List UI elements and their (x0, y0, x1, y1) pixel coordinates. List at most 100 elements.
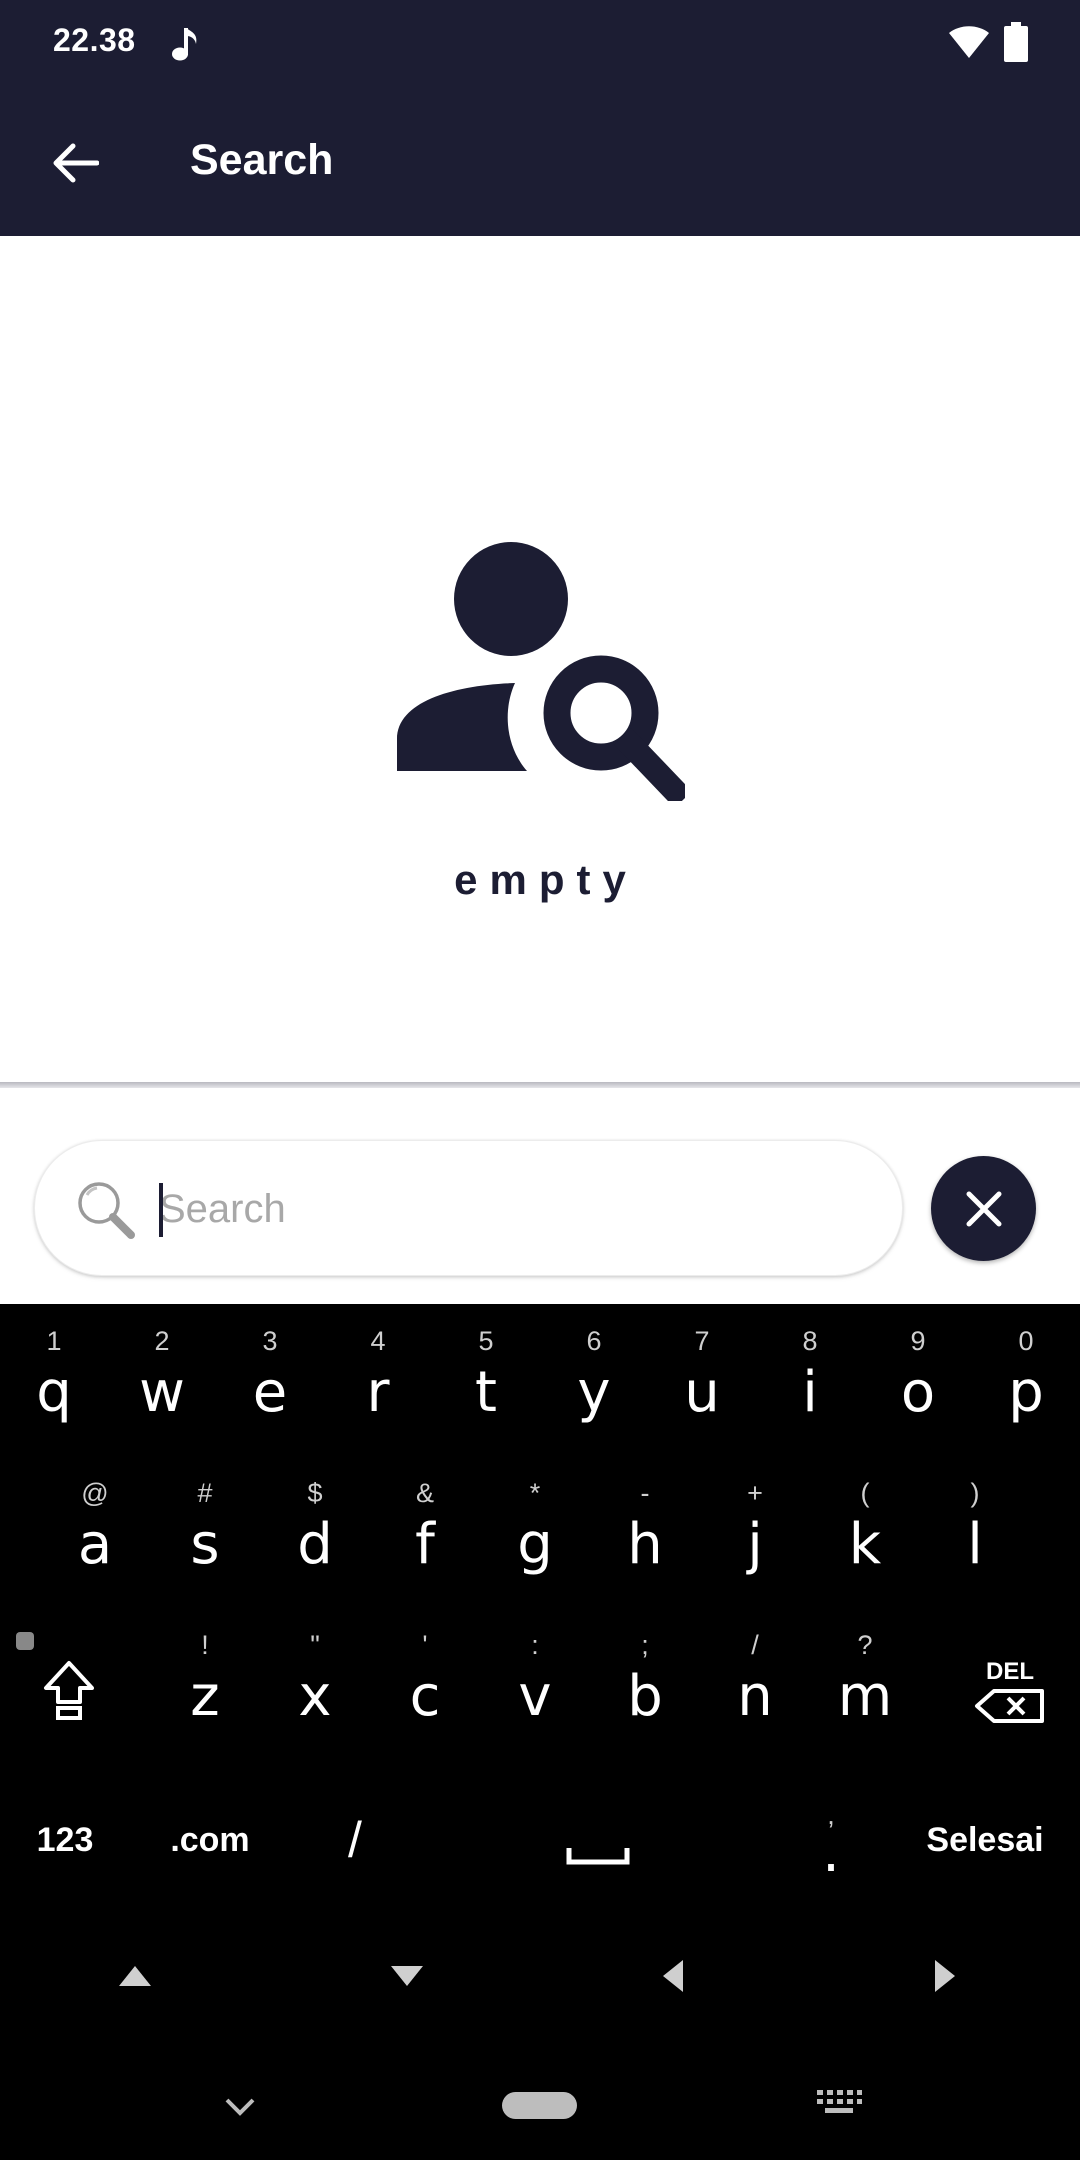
key-hint: 6 (586, 1326, 602, 1356)
key-u[interactable]: 7u (648, 1304, 756, 1444)
cursor-up-button[interactable] (90, 1936, 180, 2016)
key-z[interactable]: ! z (150, 1608, 260, 1748)
close-icon (966, 1191, 1001, 1226)
key-hint: ' (422, 1630, 428, 1660)
key-a[interactable]: @ a (40, 1456, 150, 1596)
key-hint: " (310, 1630, 320, 1660)
key-label: . (822, 1820, 840, 1885)
key-h[interactable]: -h (590, 1456, 700, 1596)
clear-search-button[interactable] (931, 1156, 1036, 1261)
cursor-left-button[interactable] (628, 1936, 718, 2016)
key-hint: $ (307, 1478, 323, 1508)
key-label: i (802, 1360, 818, 1425)
key-k[interactable]: (k (810, 1456, 920, 1596)
key-hint: 4 (370, 1326, 386, 1356)
key-hint: ; (641, 1630, 649, 1660)
space-icon (566, 1848, 630, 1865)
numbers-key[interactable]: 123 (10, 1780, 120, 1900)
key-label: p (1008, 1360, 1044, 1425)
search-box[interactable] (34, 1140, 903, 1276)
key-j[interactable]: + j (700, 1456, 810, 1596)
key-hint: / (751, 1630, 759, 1660)
arrow-right-icon (935, 1960, 955, 1992)
key-hint: * (529, 1478, 541, 1508)
key-l[interactable]: ) l (920, 1456, 1030, 1596)
arrow-down-icon (391, 1966, 423, 1986)
key-label: k (848, 1512, 882, 1577)
key-hint: ? (857, 1630, 873, 1660)
app-bar: Search (0, 86, 1080, 236)
empty-state: empty (0, 236, 1080, 1082)
key-hint: 5 (478, 1326, 494, 1356)
key-label: m (837, 1664, 893, 1729)
key-n[interactable]: / n (700, 1608, 810, 1748)
key-hint: @ (81, 1478, 109, 1508)
empty-state-text: empty (454, 856, 638, 903)
key-x[interactable]: " x (260, 1608, 370, 1748)
page-title: Search (190, 136, 334, 184)
slash-key[interactable]: / (300, 1780, 410, 1900)
key-t[interactable]: 5t (432, 1304, 540, 1444)
key-label: w (139, 1360, 185, 1425)
key-s[interactable]: # s (150, 1456, 260, 1596)
key-hint: & (415, 1478, 434, 1508)
done-key[interactable]: Selesai (900, 1780, 1070, 1900)
cursor-right-button[interactable] (900, 1936, 990, 2016)
key-hint: ( (860, 1478, 870, 1508)
key-label: a (77, 1512, 113, 1577)
search-input[interactable] (159, 1171, 859, 1247)
hide-keyboard-button[interactable] (210, 2082, 270, 2132)
key-w[interactable]: 2w (108, 1304, 216, 1444)
key-b[interactable]: ; b (590, 1608, 700, 1748)
back-button[interactable] (40, 128, 110, 198)
key-m[interactable]: ? m (810, 1608, 920, 1748)
key-label: r (366, 1360, 390, 1425)
magnifier-icon (78, 1182, 135, 1239)
key-label: l (967, 1512, 983, 1577)
key-r[interactable]: 4r (324, 1304, 432, 1444)
dotcom-key[interactable]: .com (140, 1780, 280, 1900)
key-label: c (409, 1664, 441, 1729)
arrow-left-icon (663, 1960, 683, 1992)
backspace-icon (975, 1689, 1044, 1723)
key-label: v (518, 1664, 552, 1729)
key-label: j (747, 1512, 763, 1577)
key-hint: 8 (802, 1326, 818, 1356)
key-label: q (36, 1360, 72, 1425)
key-y[interactable]: 6y (540, 1304, 648, 1444)
text-caret (159, 1183, 163, 1237)
wifi-icon (949, 26, 989, 58)
space-key[interactable] (430, 1780, 766, 1900)
key-v[interactable]: :v (480, 1608, 590, 1748)
key-i[interactable]: 8i (756, 1304, 864, 1444)
key-f[interactable]: & f (370, 1456, 480, 1596)
system-navigation-bar (0, 2052, 1080, 2160)
key-hint: 3 (262, 1326, 278, 1356)
key-label: t (475, 1360, 497, 1425)
key-d[interactable]: $ d (260, 1456, 370, 1596)
arrow-left-icon (53, 143, 99, 183)
key-label: x (298, 1664, 332, 1729)
cursor-down-button[interactable] (362, 1936, 452, 2016)
shift-key[interactable] (10, 1608, 130, 1748)
period-key[interactable]: , . (786, 1780, 876, 1900)
key-label: d (297, 1512, 333, 1577)
key-p[interactable]: 0p (972, 1304, 1080, 1444)
key-o[interactable]: 9o (864, 1304, 972, 1444)
key-hint: 2 (154, 1326, 170, 1356)
key-q[interactable]: 1q (0, 1304, 108, 1444)
key-label: s (190, 1512, 220, 1577)
key-label: b (627, 1664, 663, 1729)
key-label: f (415, 1512, 435, 1577)
key-label: g (517, 1512, 553, 1577)
home-button[interactable] (502, 2092, 577, 2119)
shift-icon (44, 1661, 94, 1720)
delete-key[interactable]: DEL (950, 1608, 1070, 1748)
keyboard-switch-icon[interactable] (815, 2086, 863, 2126)
key-hint: # (197, 1478, 213, 1508)
key-g[interactable]: * g (480, 1456, 590, 1596)
key-c[interactable]: ' c (370, 1608, 480, 1748)
key-hint: + (747, 1478, 763, 1508)
key-e[interactable]: 3e (216, 1304, 324, 1444)
key-hint: 7 (694, 1326, 710, 1356)
